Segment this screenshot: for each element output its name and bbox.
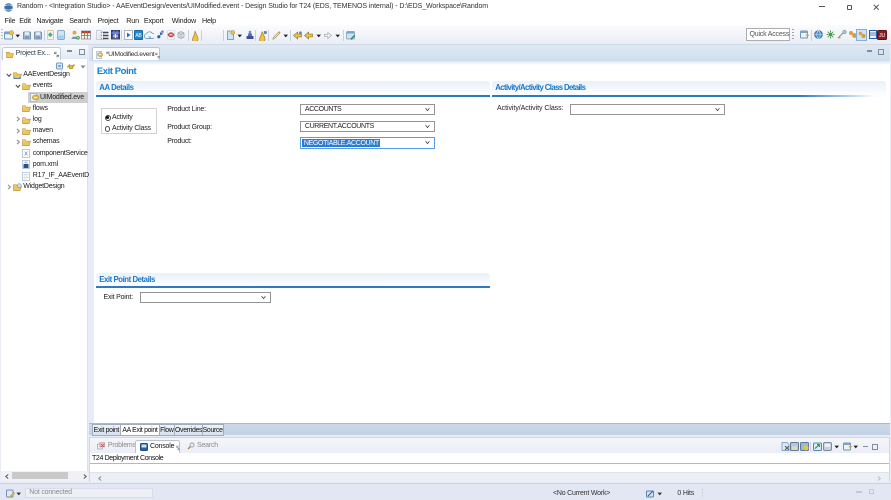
svg-text:AB: AB: [136, 33, 143, 39]
svg-text:X: X: [24, 152, 28, 158]
svg-text:JU: JU: [879, 33, 885, 39]
